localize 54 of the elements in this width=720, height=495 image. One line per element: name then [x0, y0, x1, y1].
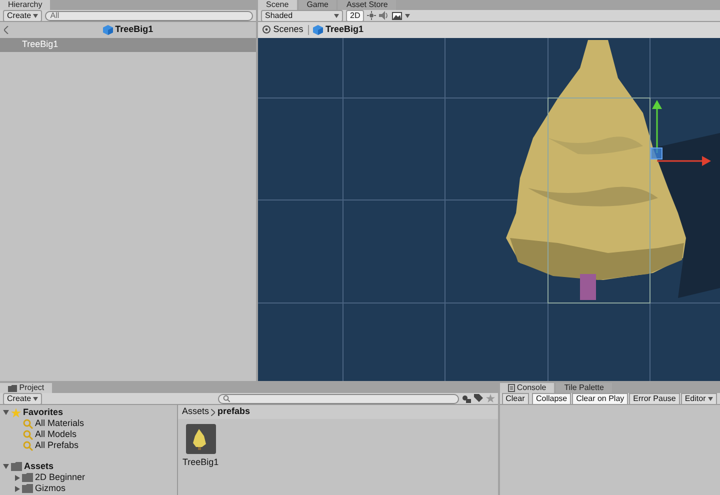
speaker-icon — [379, 11, 390, 20]
tree-item[interactable]: Favorites — [23, 406, 64, 420]
console-icon — [508, 384, 515, 392]
search-icon — [23, 440, 33, 451]
tree-item[interactable]: All Models — [35, 428, 77, 442]
star-icon — [11, 408, 21, 418]
path-item[interactable]: prefabs — [218, 405, 250, 419]
path-item[interactable]: Assets — [182, 405, 210, 419]
caret-icon — [708, 396, 713, 400]
tree-item[interactable]: Assets — [24, 460, 54, 474]
project-tab[interactable]: Project — [0, 383, 52, 393]
console-toggle[interactable]: Error Pause — [629, 392, 680, 404]
folder-icon — [11, 462, 22, 472]
search-icon — [23, 430, 33, 440]
search-icon — [223, 395, 230, 402]
scene-tab[interactable]: Asset Store — [338, 0, 396, 10]
scene-tab[interactable]: Scene — [258, 0, 297, 10]
scenes-icon — [262, 25, 271, 34]
caret-icon — [405, 14, 410, 18]
folder-icon — [22, 473, 33, 482]
console-tab[interactable]: Tile Palette — [556, 383, 612, 393]
editor-dropdown[interactable]: Editor — [680, 392, 717, 404]
filter-type-icon — [462, 394, 471, 402]
chevron-right-icon — [211, 408, 216, 416]
sun-icon — [367, 11, 376, 20]
tree-item[interactable]: All Materials — [35, 417, 84, 430]
caret-icon — [33, 396, 38, 400]
create-button[interactable]: Create — [3, 10, 42, 22]
prefab-title: TreeBig1 — [115, 23, 154, 36]
asset-label[interactable]: TreeBig1 — [182, 456, 219, 470]
search-field[interactable]: All — [45, 10, 253, 20]
console-toggle[interactable]: Collapse — [532, 392, 572, 404]
image-icon — [392, 12, 402, 20]
hierarchy-tab[interactable]: Hierarchy — [0, 0, 50, 10]
2d-toggle[interactable]: 2D — [346, 10, 364, 22]
prefab-cube-icon — [313, 24, 324, 35]
tree-item[interactable]: All Prefabs — [35, 439, 79, 452]
caret-icon — [334, 14, 339, 18]
search-field[interactable] — [218, 394, 459, 404]
scene-tab[interactable]: Game — [298, 0, 336, 10]
prefab-cube-icon — [102, 25, 113, 35]
console-tab[interactable]: Console — [500, 383, 554, 393]
breadcrumb-link[interactable]: Scenes — [273, 23, 304, 37]
tree-thumbnail-icon — [186, 424, 216, 454]
breadcrumb-current: TreeBig1 — [326, 23, 364, 36]
clear-button[interactable]: Clear — [502, 392, 529, 404]
console-toggle[interactable]: Clear on Play — [572, 392, 628, 404]
tree-item[interactable]: Gizmos — [35, 482, 66, 495]
shading-dropdown[interactable]: Shaded — [261, 10, 343, 22]
tree-item[interactable]: 2D Beginner — [35, 471, 86, 484]
caret-icon — [33, 14, 38, 18]
create-button[interactable]: Create — [3, 392, 42, 404]
folder-icon — [22, 484, 33, 494]
search-icon — [23, 418, 33, 429]
